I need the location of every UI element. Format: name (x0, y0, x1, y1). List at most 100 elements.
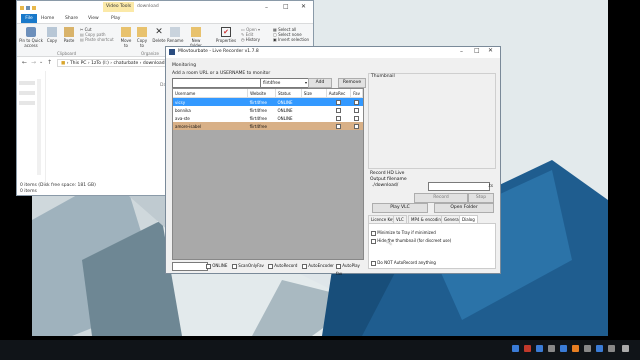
app-icon (169, 49, 175, 55)
clipboard-small-buttons: ✂ Cut ▤ Copy path ▤ Paste shortcut (80, 27, 120, 42)
filter-scan-only-fav[interactable]: ScanOnlyFav (232, 262, 264, 270)
fav-checkbox[interactable] (354, 123, 360, 129)
breadcrumb-chaturbate[interactable]: chaturbate (114, 61, 139, 66)
filter-online[interactable]: ONLINE (206, 262, 227, 270)
tray-app-icon[interactable] (608, 345, 615, 352)
col-username[interactable]: Username (173, 89, 249, 98)
open-folder-button[interactable]: Open Folder (434, 203, 494, 213)
quick-access-toolbar[interactable] (20, 5, 50, 10)
invert-selection-button[interactable]: ▣ Invert selection (273, 37, 313, 42)
col-fav[interactable]: Fav (350, 89, 363, 98)
col-autorec[interactable]: AutoRec (326, 89, 352, 98)
select-group: ▦ Select all ▢ Select none ▣ Invert sele… (273, 27, 313, 42)
filter-autoencoder[interactable]: AutoEncoder (302, 262, 334, 270)
autorec-checkbox[interactable] (335, 123, 341, 129)
cell-size (301, 114, 326, 122)
tab-home[interactable]: Home (41, 14, 54, 23)
autorec-checkbox[interactable] (335, 99, 341, 105)
stop-button[interactable]: Stop (468, 193, 494, 203)
rename-button[interactable]: Rename (167, 27, 183, 43)
checkbox[interactable] (371, 238, 376, 244)
minimize-icon[interactable]: – (460, 48, 463, 55)
option-no-autorecord[interactable]: Do NOT AutoRecord anything (371, 260, 436, 266)
cell-website: flirt4free (249, 115, 267, 121)
breadcrumb-drive[interactable]: 1zTo (I:) (91, 61, 109, 66)
user-list[interactable]: Username Website Status Size AutoRec Fav… (172, 88, 364, 260)
cell-website: flirt4free (249, 99, 267, 105)
tray-app-icon[interactable] (548, 345, 555, 352)
option-minimize-to-tray[interactable]: Minimize to Tray if minimized (371, 230, 436, 236)
delete-button[interactable]: ✕ Delete (151, 27, 167, 43)
fav-checkbox[interactable] (354, 115, 360, 121)
output-filename-input[interactable] (428, 182, 490, 191)
back-icon[interactable]: ← (22, 59, 27, 66)
autorec-checkbox[interactable] (335, 107, 341, 113)
copy-to-button[interactable]: Copy to (135, 27, 149, 48)
recent-locations-icon[interactable]: ⌄ (39, 59, 43, 65)
user-row[interactable]: amore-isabel flirt4free (173, 122, 363, 130)
forward-icon[interactable]: → (31, 59, 36, 66)
col-size[interactable]: Size (301, 89, 327, 98)
fav-checkbox[interactable] (354, 99, 360, 105)
nav-item[interactable] (19, 101, 35, 105)
tray-app-icon[interactable] (536, 345, 543, 352)
col-website[interactable]: Website (247, 89, 276, 98)
fav-checkbox[interactable] (354, 107, 360, 113)
maximize-icon[interactable]: □ (283, 3, 289, 10)
user-row[interactable]: bonnika flirt4free ONLINE (173, 106, 363, 114)
record-button[interactable]: Record (414, 193, 468, 203)
room-url-input[interactable] (172, 78, 262, 88)
navigation-pane[interactable] (17, 71, 43, 183)
tray-app-icon[interactable] (596, 345, 603, 352)
close-icon[interactable]: ✕ (488, 47, 493, 54)
breadcrumb-this-pc[interactable]: This PC (70, 61, 86, 66)
user-table-header: Username Website Status Size AutoRec Fav (173, 89, 363, 98)
tab-view[interactable]: View (88, 14, 99, 23)
pin-quick-access-button[interactable]: Pin to Quick access (19, 27, 43, 48)
paste-button[interactable]: Paste (61, 27, 77, 43)
nav-item[interactable] (19, 81, 35, 85)
filter-autoplay-fav[interactable]: AutoPlay fav (336, 262, 366, 278)
filter-input[interactable] (172, 262, 208, 271)
maximize-icon[interactable]: □ (474, 47, 480, 54)
tray-app-icon[interactable] (572, 345, 579, 352)
history-button[interactable]: ◷ History (241, 37, 271, 42)
user-row[interactable]: ava-ste flirt4free ONLINE (173, 114, 363, 122)
output-path: ./download/ (372, 183, 399, 188)
nav-scroll-track[interactable] (37, 79, 41, 175)
close-icon[interactable]: ✕ (301, 3, 306, 10)
thumbnail-panel: Thumbnail (368, 73, 496, 169)
tab-dialog[interactable]: Dialog (459, 215, 478, 223)
remove-button[interactable]: Remove (338, 78, 366, 88)
breadcrumb-download[interactable]: download (143, 61, 165, 66)
new-folder-button[interactable]: New folder (187, 27, 205, 48)
autorec-checkbox[interactable] (335, 115, 341, 121)
play-vlc-button[interactable]: Play VLC (372, 203, 428, 213)
copy-button[interactable]: Copy (45, 27, 59, 43)
tab-vlc[interactable]: VLC (393, 215, 407, 223)
properties-button[interactable]: ✔ Properties (215, 27, 237, 43)
site-select[interactable]: flirt4free ▾ (260, 78, 310, 88)
add-button[interactable]: Add (308, 78, 332, 88)
up-icon[interactable]: ↑ (47, 59, 52, 66)
tab-monitoring[interactable]: Monitoring (172, 63, 196, 68)
col-status[interactable]: Status (275, 89, 302, 98)
tab-play[interactable]: Play (111, 14, 120, 23)
tray-app-icon[interactable] (584, 345, 591, 352)
checkbox[interactable] (371, 230, 376, 236)
user-row[interactable]: vicsy flirt4free ONLINE (173, 97, 363, 106)
tab-share[interactable]: Share (65, 14, 78, 23)
notification-icon[interactable] (622, 345, 629, 352)
move-to-button[interactable]: Move to (119, 27, 133, 48)
filter-autorecord[interactable]: AutoRecord (268, 262, 297, 270)
checkbox[interactable] (371, 260, 376, 266)
tray-app-icon[interactable] (524, 345, 531, 352)
group-clipboard-label: Clipboard (57, 51, 77, 56)
nav-item[interactable] (19, 91, 35, 95)
tray-app-icon[interactable] (512, 345, 519, 352)
tray-app-icon[interactable] (560, 345, 567, 352)
tab-file[interactable]: File (21, 14, 37, 23)
minimize-icon[interactable]: – (265, 4, 268, 11)
paste-shortcut-button[interactable]: ▤ Paste shortcut (80, 37, 120, 42)
option-hide-thumbnail[interactable]: Hide the thumbnail (for discreet use) (371, 238, 451, 244)
